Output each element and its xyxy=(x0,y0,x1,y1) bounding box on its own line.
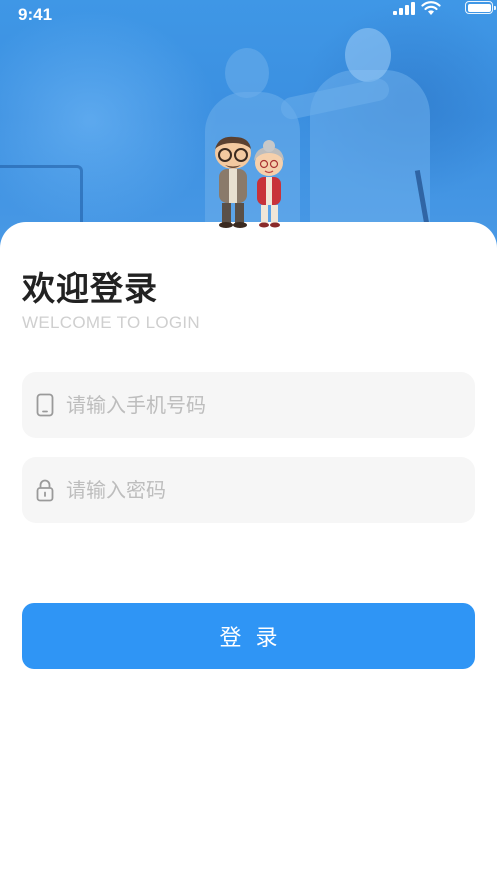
cartoon-couple-illustration xyxy=(215,136,284,228)
lock-icon xyxy=(34,477,56,503)
phone-field[interactable] xyxy=(22,372,475,438)
man-head-silhouette xyxy=(345,28,391,82)
page-title: 欢迎登录 xyxy=(22,269,158,308)
battery-icon xyxy=(465,1,496,14)
status-bar: 9:41 xyxy=(0,0,497,32)
status-time: 9:41 xyxy=(18,5,53,24)
wifi-icon xyxy=(421,1,441,15)
signal-icon xyxy=(393,2,415,15)
login-button[interactable]: 登录 xyxy=(22,603,475,669)
password-input[interactable] xyxy=(64,477,448,503)
page-subtitle: WELCOME TO LOGIN xyxy=(22,313,200,332)
phone-icon xyxy=(34,392,56,418)
login-screen: 9:41 欢迎登录 WELCOME TO LOGIN 请输入手机号码 登录 xyxy=(0,0,497,883)
woman-head-silhouette xyxy=(225,48,269,98)
phone-input[interactable] xyxy=(64,392,448,418)
password-field[interactable] xyxy=(22,457,475,523)
